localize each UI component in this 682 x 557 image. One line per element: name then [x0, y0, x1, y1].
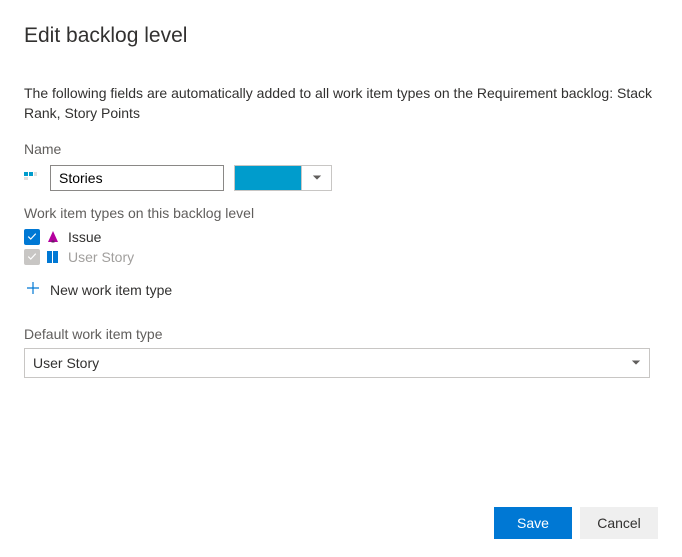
wit-name: Issue [68, 229, 101, 245]
new-wit-label: New work item type [50, 282, 172, 298]
description-text: The following fields are automatically a… [24, 84, 658, 123]
color-picker[interactable] [234, 165, 332, 191]
user-story-icon [46, 250, 62, 264]
color-swatch [235, 166, 301, 190]
default-wit-value: User Story [33, 355, 99, 371]
page-title: Edit backlog level [24, 24, 658, 48]
chevron-down-icon [301, 166, 331, 190]
default-wit-select[interactable]: User Story [24, 348, 650, 378]
name-input[interactable] [50, 165, 224, 191]
plus-icon [26, 281, 40, 298]
default-wit-section: Default work item type User Story [24, 326, 658, 378]
name-row [24, 165, 658, 191]
default-wit-label: Default work item type [24, 326, 658, 342]
chevron-down-icon [631, 355, 641, 371]
checkbox-disabled-icon [24, 249, 40, 265]
name-label: Name [24, 141, 658, 157]
edit-backlog-dialog: Edit backlog level The following fields … [0, 0, 682, 378]
wit-name: User Story [68, 249, 134, 265]
wit-row-issue: Issue [24, 227, 658, 247]
wit-row-user-story: User Story [24, 247, 658, 267]
wit-section-label: Work item types on this backlog level [24, 205, 658, 221]
issue-icon [46, 230, 62, 244]
checkbox-checked-icon[interactable] [24, 229, 40, 245]
new-work-item-type-button[interactable]: New work item type [24, 275, 174, 304]
save-button[interactable]: Save [494, 507, 572, 539]
backlog-level-icon [24, 170, 40, 186]
work-item-types-list: Issue User Story [24, 227, 658, 267]
dialog-footer: Save Cancel [494, 507, 658, 539]
cancel-button[interactable]: Cancel [580, 507, 658, 539]
